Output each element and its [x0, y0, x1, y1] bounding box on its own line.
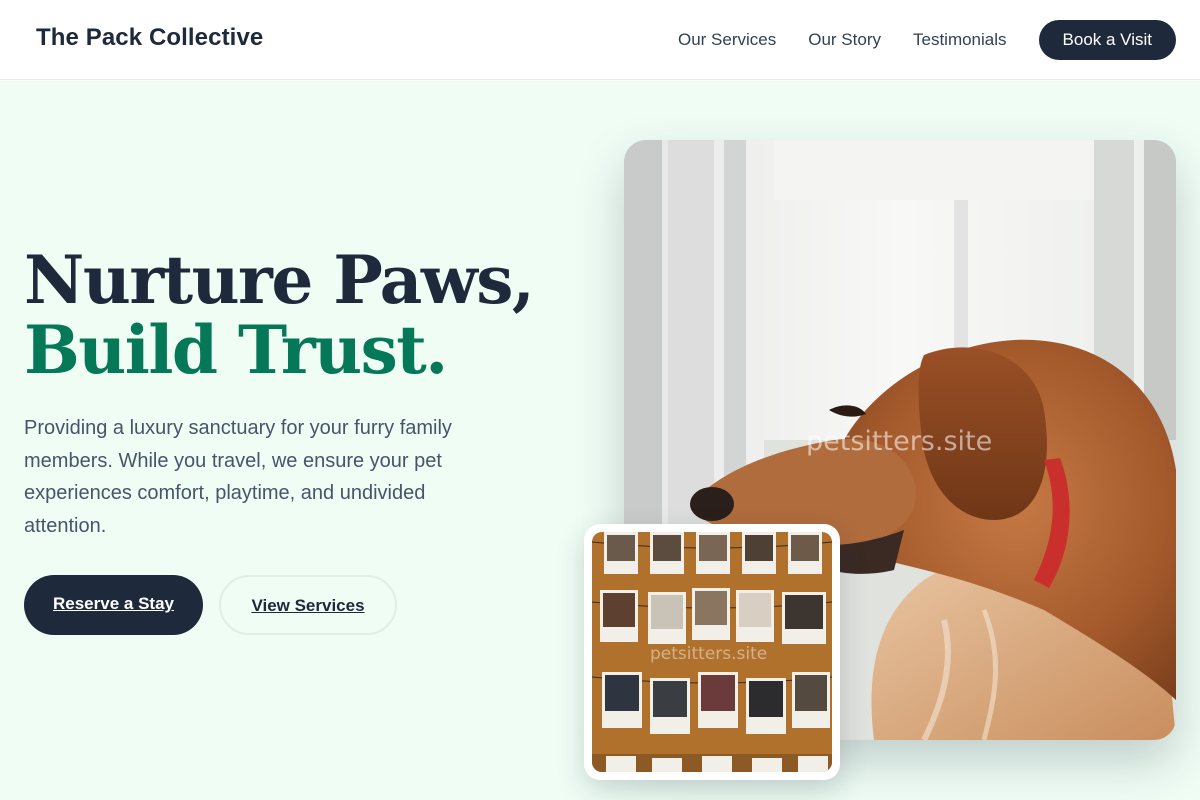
brand-logo-text[interactable]: The Pack Collective — [36, 24, 263, 52]
nav-link-our-story[interactable]: Our Story — [808, 20, 881, 60]
headline-line-2: Build Trust. — [24, 311, 448, 389]
hero-description: Providing a luxury sanctuary for your fu… — [24, 417, 452, 537]
hero-headline: Nurture Paws, Build Trust. — [24, 241, 535, 389]
nav-link-testimonials[interactable]: Testimonials — [913, 20, 1007, 60]
top-navbar: The Pack Collective Our Services Our Sto… — [0, 0, 1200, 80]
view-services-button[interactable]: View Services — [219, 575, 397, 635]
reserve-a-stay-button[interactable]: Reserve a Stay — [24, 575, 203, 635]
book-a-visit-button[interactable]: Book a Visit — [1038, 20, 1176, 60]
headline-line-1: Nurture Paws, — [24, 241, 535, 319]
hero-section: Nurture Paws, Build Trust. Providing a l… — [0, 81, 1200, 800]
polaroid-wall-photo — [592, 532, 832, 772]
nav-link-our-services[interactable]: Our Services — [678, 20, 776, 60]
polaroid-wall-thumbnail — [584, 524, 840, 780]
main-nav: Our Services Our Story Testimonials Book… — [678, 20, 1176, 60]
